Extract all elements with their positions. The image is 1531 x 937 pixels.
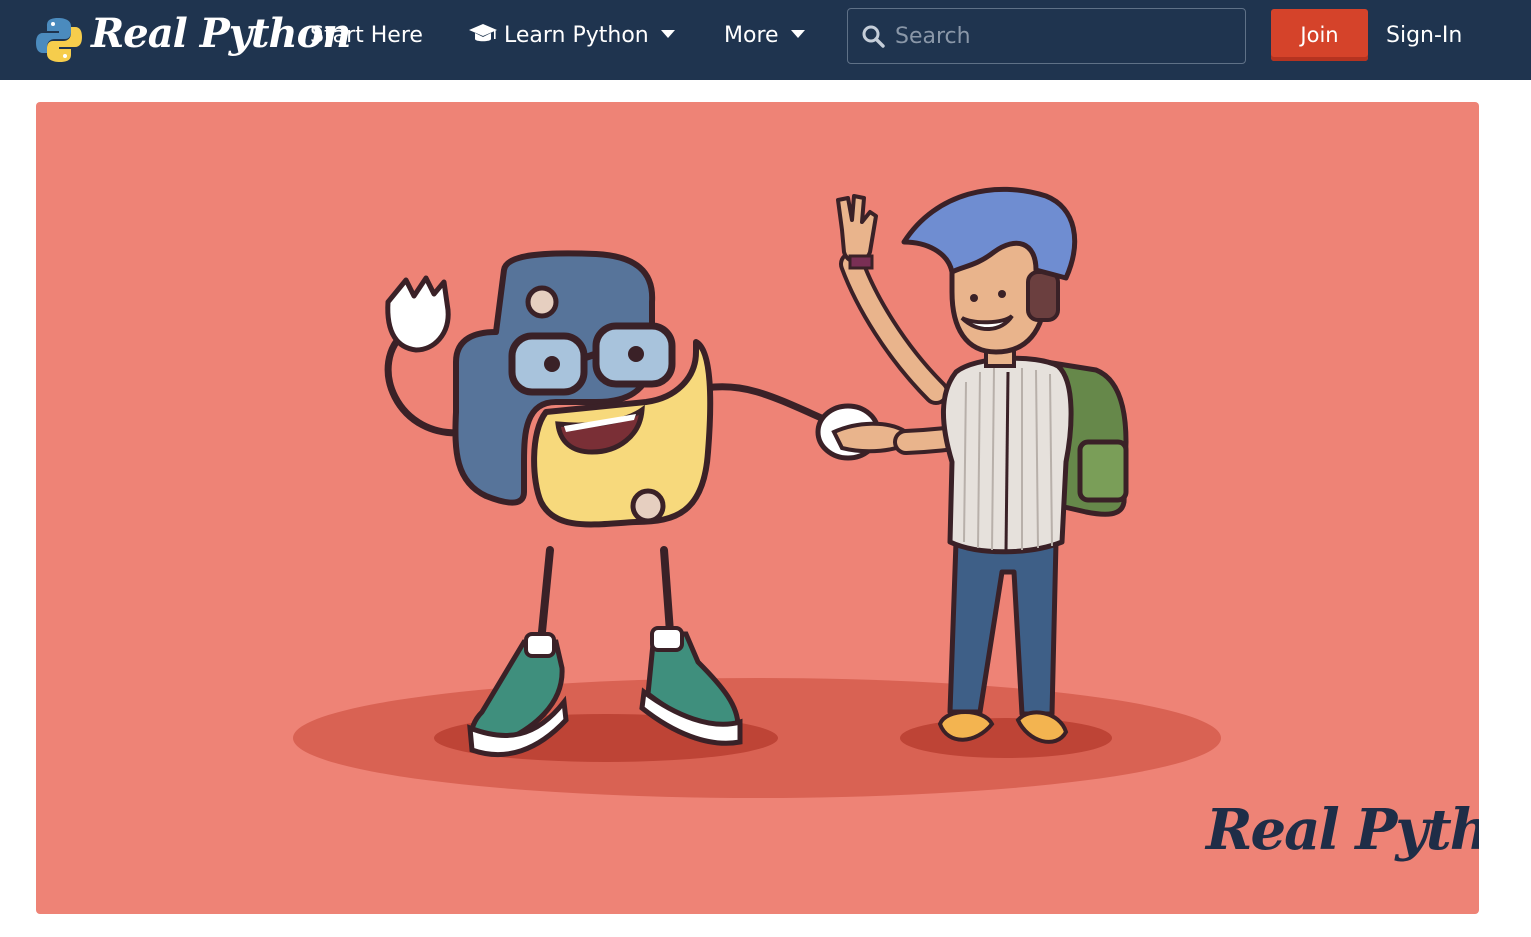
- python-logo-icon: [36, 18, 82, 62]
- nav-learn-python[interactable]: Learn Python: [468, 22, 675, 50]
- search-box[interactable]: [847, 8, 1246, 64]
- caret-down-icon: [790, 30, 805, 38]
- hero-illustration: [293, 186, 1221, 798]
- search-input[interactable]: [893, 21, 1227, 51]
- graduation-cap-icon: [469, 24, 497, 42]
- nav-more[interactable]: More: [724, 22, 805, 50]
- join-button[interactable]: Join: [1271, 9, 1368, 61]
- caret-down-icon: [660, 30, 675, 38]
- search-icon: [862, 25, 885, 48]
- nav-more-label: More: [724, 23, 779, 48]
- person-illustration: [836, 186, 1129, 744]
- nav-learn-python-label: Learn Python: [504, 23, 649, 48]
- nav-start-here[interactable]: Start Here: [310, 22, 423, 50]
- hero-banner: Real Python: [36, 102, 1479, 914]
- sign-in-link[interactable]: Sign-In: [1386, 22, 1462, 50]
- hero-watermark: Real Python: [1206, 797, 1479, 863]
- person-shadow: [900, 718, 1112, 758]
- top-navbar: Real Python Start Here Learn Python More…: [0, 0, 1531, 80]
